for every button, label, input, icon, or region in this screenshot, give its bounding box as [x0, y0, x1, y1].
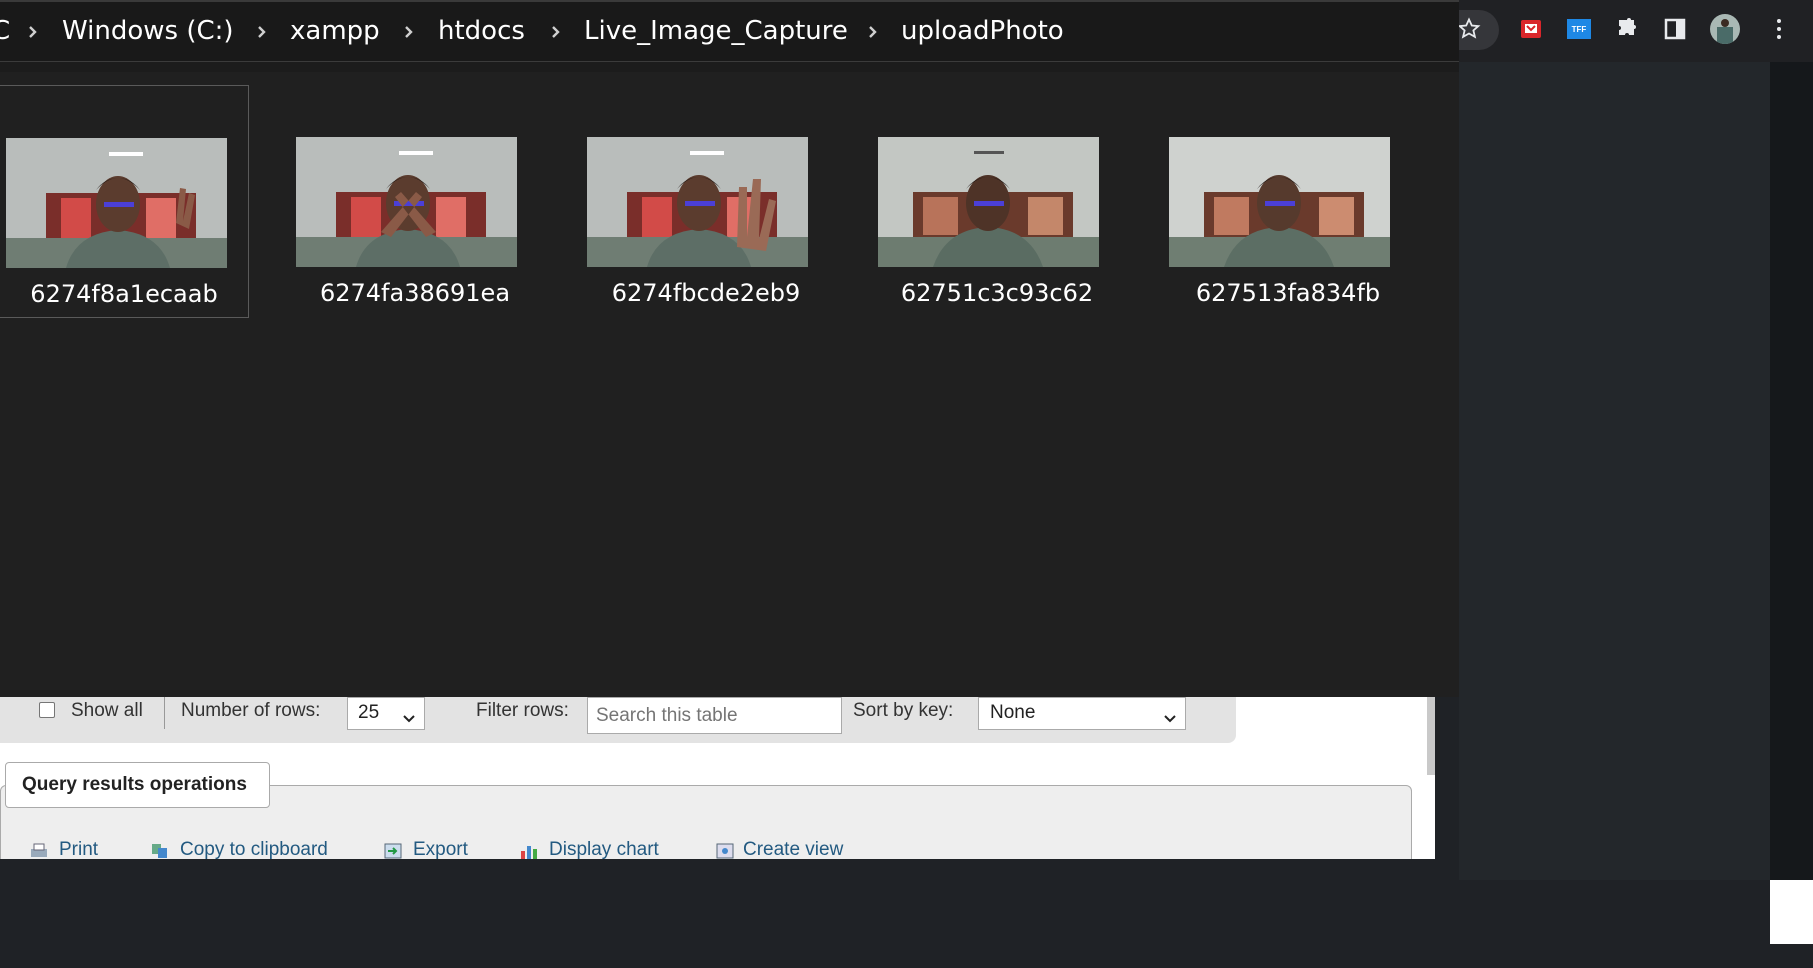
photo-thumbnail	[296, 137, 517, 267]
chevron-down-icon	[1163, 708, 1177, 730]
print-link[interactable]: Print	[59, 839, 98, 861]
export-link[interactable]: Export	[413, 839, 468, 861]
kebab-menu-icon[interactable]	[1766, 16, 1792, 42]
create-view-icon[interactable]	[715, 842, 735, 860]
chart-icon[interactable]	[519, 842, 539, 860]
chevron-right-icon[interactable]	[866, 24, 880, 45]
file-item[interactable]: 6274fa38691ea	[290, 85, 540, 318]
breadcrumb-item-xampp[interactable]: xampp	[290, 16, 380, 46]
pdf-extension-icon[interactable]	[1518, 16, 1544, 42]
browser-edge-white	[1770, 880, 1813, 944]
scrollbar[interactable]	[1427, 697, 1435, 775]
rows-label: Number of rows:	[181, 700, 321, 721]
copy-to-clipboard-link[interactable]: Copy to clipboard	[180, 839, 328, 861]
chevron-down-icon	[402, 708, 416, 730]
puzzle-extension-icon[interactable]	[1614, 16, 1640, 42]
file-name: 6274f8a1ecaab	[30, 280, 218, 308]
rows-select-value: 25	[358, 702, 380, 723]
file-item[interactable]: 6274fbcde2eb9	[581, 85, 831, 318]
profile-avatar[interactable]	[1709, 13, 1741, 45]
taskbar-area	[0, 859, 1435, 944]
breadcrumb-item-partial[interactable]: C	[0, 16, 10, 46]
display-chart-link[interactable]: Display chart	[549, 839, 659, 861]
tff-label: TFF	[1567, 19, 1591, 39]
bottom-strip	[0, 944, 1813, 968]
copy-icon[interactable]	[150, 842, 170, 860]
rows-select[interactable]: 25	[347, 697, 425, 730]
sort-select-value: None	[990, 702, 1036, 723]
file-item[interactable]: 627513fa834fb	[1163, 85, 1413, 318]
breadcrumb-item-htdocs[interactable]: htdocs	[438, 16, 525, 46]
show-all-checkbox[interactable]	[39, 702, 55, 718]
side-panel-icon[interactable]	[1662, 16, 1688, 42]
chevron-right-icon[interactable]	[26, 24, 40, 45]
file-item[interactable]: 62751c3c93c62	[872, 85, 1122, 318]
photo-thumbnail	[6, 138, 227, 268]
tff-extension-icon[interactable]: TFF	[1566, 16, 1592, 42]
star-icon[interactable]	[1456, 16, 1482, 42]
browser-edge-strip	[1770, 62, 1813, 880]
file-name: 62751c3c93c62	[900, 279, 1094, 307]
photo-thumbnail	[1169, 137, 1390, 267]
chevron-right-icon[interactable]	[255, 24, 269, 45]
browser-page-background	[1459, 62, 1770, 880]
breadcrumb[interactable]: C Windows (C:) xampp htdocs Live_Image_C…	[0, 2, 1459, 62]
file-name: 627513fa834fb	[1195, 279, 1381, 307]
breadcrumb-item-drive[interactable]: Windows (C:)	[62, 16, 234, 46]
chevron-right-icon[interactable]	[402, 24, 416, 45]
print-icon[interactable]	[29, 842, 49, 860]
query-results-operations-legend: Query results operations	[5, 762, 270, 808]
show-all-label: Show all	[71, 700, 143, 721]
photo-thumbnail	[587, 137, 808, 267]
divider	[164, 697, 165, 729]
file-item[interactable]: 6274f8a1ecaab	[0, 85, 249, 318]
breadcrumb-item-live-image-capture[interactable]: Live_Image_Capture	[584, 16, 848, 46]
file-name: 6274fa38691ea	[319, 279, 511, 307]
sort-label: Sort by key:	[853, 700, 954, 721]
file-explorer-window: C Windows (C:) xampp htdocs Live_Image_C…	[0, 0, 1459, 697]
filter-input[interactable]	[587, 697, 842, 734]
breadcrumb-item-uploadphoto[interactable]: uploadPhoto	[901, 16, 1064, 46]
chevron-right-icon[interactable]	[549, 24, 563, 45]
sort-select[interactable]: None	[978, 697, 1186, 730]
export-icon[interactable]	[383, 842, 403, 860]
create-view-link[interactable]: Create view	[743, 839, 843, 861]
photo-thumbnail	[878, 137, 1099, 267]
content-gap	[0, 62, 1459, 72]
filter-label: Filter rows:	[476, 700, 569, 721]
file-name: 6274fbcde2eb9	[611, 279, 801, 307]
